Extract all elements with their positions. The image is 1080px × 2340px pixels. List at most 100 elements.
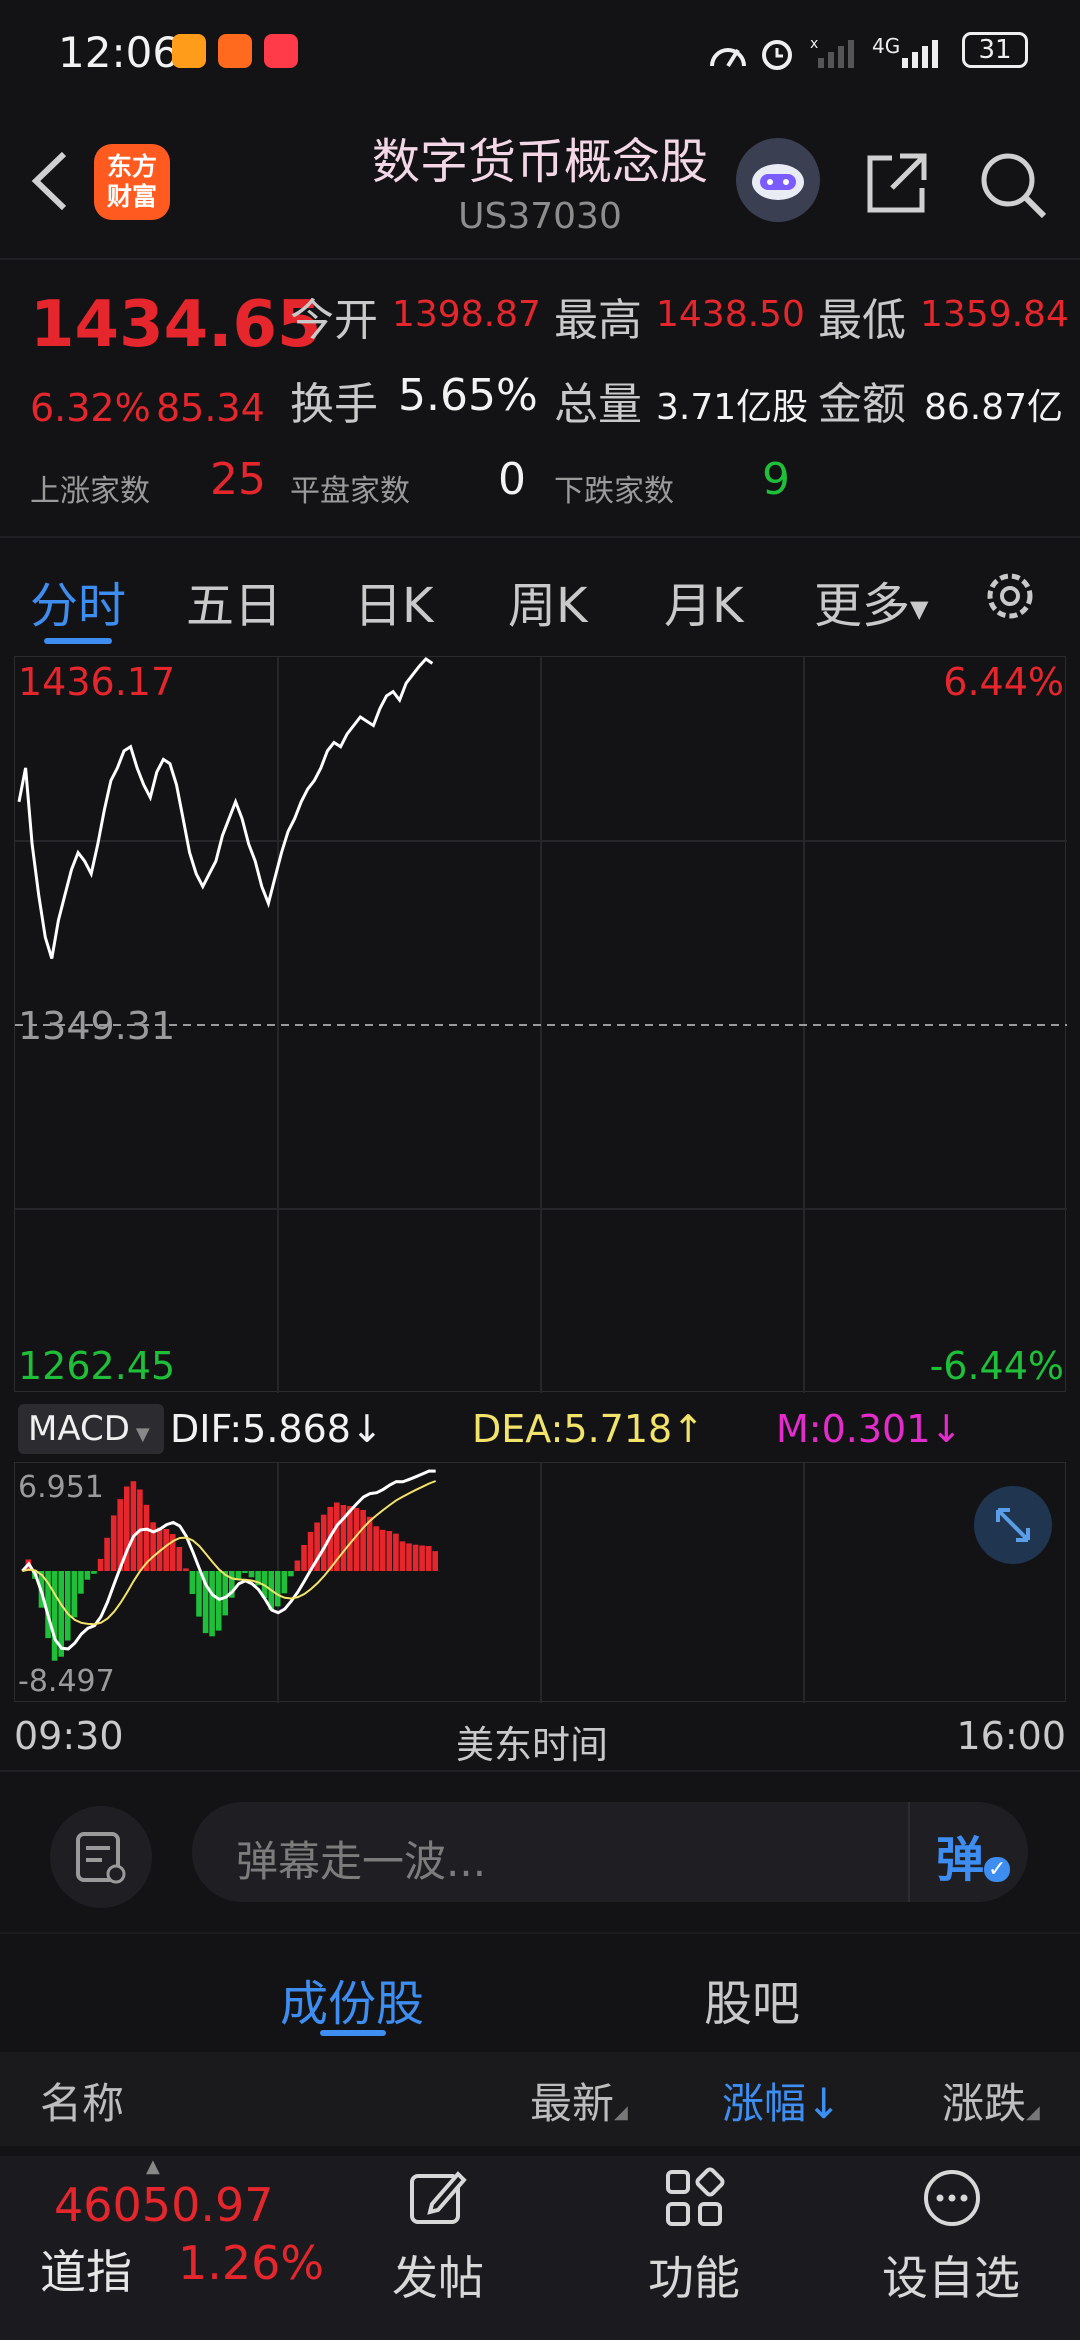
caret-down-icon: ▼ [135,1424,150,1445]
share-icon[interactable] [862,148,932,218]
tab-daily-k[interactable]: 日K [354,566,433,636]
column-latest[interactable]: 最新◢ [530,2070,628,2131]
arrow-down-icon: ↓ [350,1407,383,1451]
macd-bar [432,1551,438,1571]
column-change[interactable]: 涨跌◢ [942,2070,1040,2131]
check-badge-icon: ✓ [984,1857,1011,1882]
index-ticker-change: 1.26% [178,2236,325,2290]
macd-bar [84,1571,91,1580]
macd-bar [379,1529,386,1571]
indicator-label: MACD [28,1409,130,1449]
tab-five-day[interactable]: 五日 [186,566,282,636]
macd-bar [242,1571,248,1573]
nav-post[interactable]: 发帖 [392,2242,484,2308]
notification-app-icon [172,34,206,68]
macd-bar [360,1510,366,1571]
search-icon[interactable] [976,148,1048,220]
divider [0,1932,1080,1934]
indicator-selector[interactable]: MACD ▼ [18,1404,164,1454]
macd-max-label: 6.951 [18,1470,104,1505]
svg-text:x: x [810,36,818,52]
arrow-down-icon: ↓ [930,1407,963,1451]
axis-top-percent: 6.44% [943,660,1064,704]
divider [0,1770,1080,1772]
tab-constituents[interactable]: 成份股 [280,1964,424,2034]
nav-functions[interactable]: 功能 [648,2242,740,2308]
open-value: 1398.87 [392,294,541,335]
axis-reference-price: 1349.31 [18,1004,176,1048]
axis-top-price: 1436.17 [18,660,176,704]
status-bar: 12:06 x 4G 31 [0,0,1080,100]
macd-bar [399,1541,406,1571]
divider [908,1802,910,1902]
divider [0,258,1080,260]
robot-assistant-icon[interactable] [736,138,820,222]
macd-bar [222,1571,228,1616]
index-ticker-value[interactable]: 46050.97 [54,2178,274,2232]
macd-bar [130,1481,137,1571]
macd-bar [78,1571,84,1594]
tab-more[interactable]: 更多▼ [814,566,928,636]
time-zone-label: 美东时间 [456,1723,609,1767]
caret-up-icon: ▲ [146,2156,160,2177]
column-latest-label: 最新 [530,2079,615,2128]
macd-bar [110,1515,117,1571]
data-speed-icon [710,48,746,68]
tab-monthly-k[interactable]: 月K [664,566,743,636]
turnover-label: 换手 [290,379,378,430]
column-name[interactable]: 名称 [40,2070,124,2131]
macd-bar [91,1571,97,1574]
tab-intraday[interactable]: 分时 [30,566,126,636]
tab-weekly-k[interactable]: 周K [508,566,587,636]
macd-bar [301,1545,307,1571]
macd-bar [386,1531,393,1571]
macd-dea-value: DEA:5.718 [472,1407,673,1451]
macd-bar [419,1545,425,1571]
more-icon[interactable] [920,2166,984,2230]
network-type: 4G [872,34,901,58]
sort-icon: ◢ [1026,2102,1040,2123]
notification-app-icon [218,34,252,68]
macd-bar [248,1571,255,1578]
tab-indicator [44,638,112,644]
nav-add-watchlist[interactable]: 设自选 [882,2242,1020,2308]
divider [0,536,1080,538]
macd-bar [235,1571,242,1580]
macd-chart[interactable] [14,1462,1066,1703]
compose-icon[interactable] [406,2166,470,2230]
change-percent: 6.32% [30,386,151,430]
tab-forum[interactable]: 股吧 [704,1964,800,2034]
macd-bar [373,1526,379,1571]
danmaku-settings-icon[interactable] [50,1806,152,1908]
macd-bar [274,1571,281,1607]
caret-down-icon: ▼ [910,595,929,623]
unchanged-label: 平盘家数 [290,474,410,509]
expand-icon[interactable] [974,1486,1052,1564]
apps-grid-icon[interactable] [662,2166,726,2230]
macd-dif-value: DIF:5.868 [170,1407,351,1451]
open-label: 今开 [290,295,378,346]
notification-app-icon [264,34,298,68]
macd-bar [64,1571,71,1641]
change-amount: 85.34 [156,386,265,430]
column-change-percent[interactable]: 涨幅↓ [722,2070,841,2131]
amount-label: 金额 [818,379,906,430]
turnover-value: 5.65% [398,370,538,421]
macd-min-label: -8.497 [18,1664,115,1699]
macd-bar [189,1571,196,1594]
macd-dif: DIF:5.868↓ [170,1404,383,1454]
signal-icon: x [810,36,854,68]
macd-bar [288,1571,294,1577]
macd-bar [71,1571,78,1618]
high-label: 最高 [554,295,642,346]
index-ticker-name[interactable]: 道指 [40,2236,132,2302]
danmaku-send-button[interactable]: 弹 ✓ [936,1820,1011,1890]
macd-bar [176,1547,183,1571]
arrow-up-icon: ↑ [672,1407,705,1451]
column-change-label: 涨跌 [942,2079,1027,2128]
time-end: 16:00 [956,1714,1066,1758]
gear-icon[interactable] [980,566,1040,626]
last-price: 1434.65 [30,288,322,362]
danmaku-send-label: 弹 [936,1832,985,1888]
macd-m-value: M:0.301 [776,1407,931,1451]
